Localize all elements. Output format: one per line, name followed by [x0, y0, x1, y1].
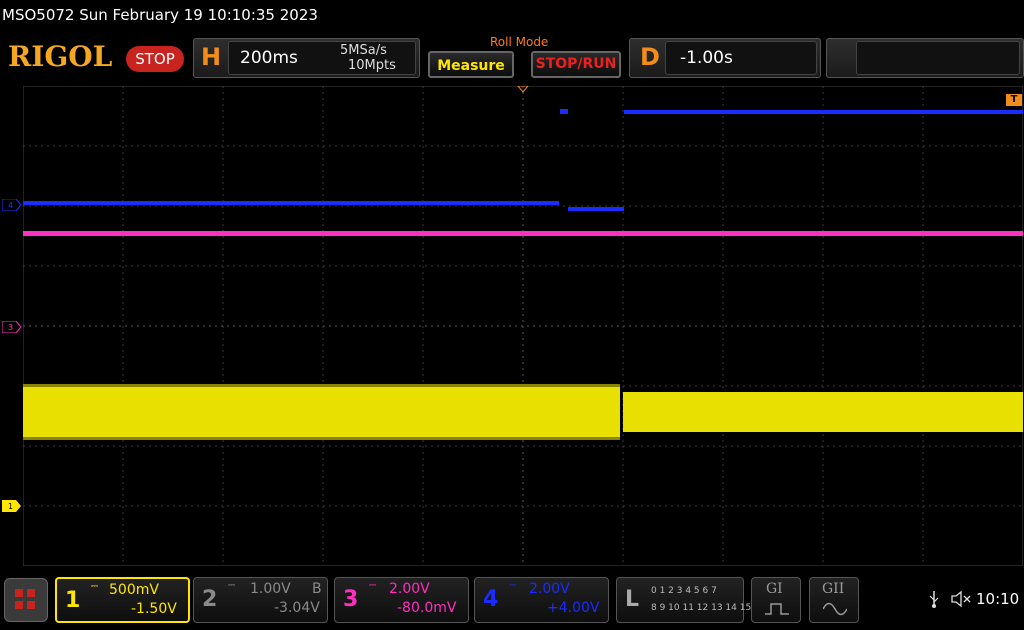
acquisition-mode: Roll Mode — [490, 35, 549, 49]
ch3-marker-label: 3 — [8, 323, 13, 332]
ch4-trace-spike — [560, 109, 568, 114]
channel-1-number: 1 — [65, 588, 81, 613]
ch1-trace-left — [23, 386, 620, 438]
channel-2-scale: 1.00V — [250, 581, 291, 597]
usb-icon — [929, 591, 939, 608]
sample-rate: 5MSa/s — [340, 43, 387, 58]
trigger-level-marker[interactable]: T — [1006, 94, 1022, 106]
generator-1-label: GI — [766, 581, 783, 597]
channel-4-panel[interactable]: 4 ⎓ 2.00V +4.00V — [474, 577, 609, 623]
ch1-noise-top — [23, 384, 620, 387]
main-menu-button[interactable] — [4, 578, 48, 622]
logic-analyzer-panel[interactable]: L 0 1 2 3 4 5 6 7 8 9 10 11 12 13 14 15 — [616, 577, 751, 623]
sine-wave-icon — [823, 602, 847, 616]
horizontal-letter: H — [201, 43, 222, 71]
channel-2-offset: -3.04V — [274, 600, 320, 616]
menu-icon — [15, 589, 23, 597]
logic-channels-row-1: 0 1 2 3 4 5 6 7 — [651, 586, 717, 596]
timebase-value: 200ms — [240, 48, 298, 68]
ch4-trace-dip — [568, 207, 624, 211]
channel-4-number: 4 — [483, 587, 499, 612]
channel-2-bandwidth-flag: B — [312, 581, 322, 597]
channel-1-offset: -1.50V — [131, 601, 177, 617]
ch4-level-marker[interactable]: 4 — [2, 199, 22, 211]
waveform-display[interactable] — [23, 86, 1023, 566]
delay-value: -1.00s — [680, 48, 733, 68]
logic-letter: L — [625, 587, 640, 612]
stop-run-button[interactable]: STOP/RUN — [531, 51, 621, 78]
generator-2-label: GII — [822, 581, 845, 597]
logic-channels-row-2: 8 9 10 11 12 13 14 15 — [651, 603, 752, 613]
window-title: MSO5072 Sun February 19 10:10:35 2023 — [2, 6, 318, 24]
dc-coupling-icon: ⎓ — [369, 581, 377, 591]
ch1-level-marker[interactable]: 1 — [2, 500, 22, 512]
ch1-noise-bottom — [23, 437, 620, 440]
square-wave-icon — [765, 603, 789, 615]
rigol-logo: RIGOL — [8, 40, 113, 73]
generator-2-button[interactable]: GII — [809, 577, 859, 623]
channel-3-number: 3 — [343, 587, 359, 612]
ch4-trace-low — [23, 201, 559, 205]
ch4-trace-high — [624, 110, 1023, 114]
speaker-muted-icon[interactable] — [950, 590, 972, 608]
channel-3-panel[interactable]: 3 ⎓ 2.00V -80.0mV — [334, 577, 469, 623]
delay-letter: D — [640, 43, 660, 71]
ch4-marker-label: 4 — [8, 201, 13, 210]
dc-coupling-icon: ⎓ — [228, 581, 236, 591]
channel-3-scale: 2.00V — [389, 581, 430, 597]
channel-1-panel[interactable]: 1 ⎓ 500mV -1.50V — [55, 577, 190, 623]
channel-1-scale: 500mV — [109, 582, 159, 598]
channel-4-scale: 2.00V — [529, 581, 570, 597]
memory-depth: 10Mpts — [348, 58, 396, 73]
run-state-badge[interactable]: STOP — [126, 46, 184, 72]
generator-1-button[interactable]: GI — [751, 577, 801, 623]
trigger-box[interactable] — [856, 41, 1020, 75]
ch3-level-marker[interactable]: 3 — [2, 321, 22, 333]
ch1-marker-label: 1 — [8, 502, 13, 511]
channel-3-offset: -80.0mV — [397, 600, 457, 616]
ch1-trace-right — [623, 392, 1023, 432]
dc-coupling-icon: ⎓ — [509, 581, 517, 591]
ch3-trace — [23, 231, 1023, 236]
channel-2-number: 2 — [202, 587, 218, 612]
measure-button[interactable]: Measure — [428, 51, 514, 78]
dc-coupling-icon: ⎓ — [91, 582, 99, 592]
channel-2-panel[interactable]: 2 ⎓ 1.00V B -3.04V — [193, 577, 328, 623]
clock: 10:10 — [976, 590, 1020, 608]
channel-4-offset: +4.00V — [547, 600, 600, 616]
